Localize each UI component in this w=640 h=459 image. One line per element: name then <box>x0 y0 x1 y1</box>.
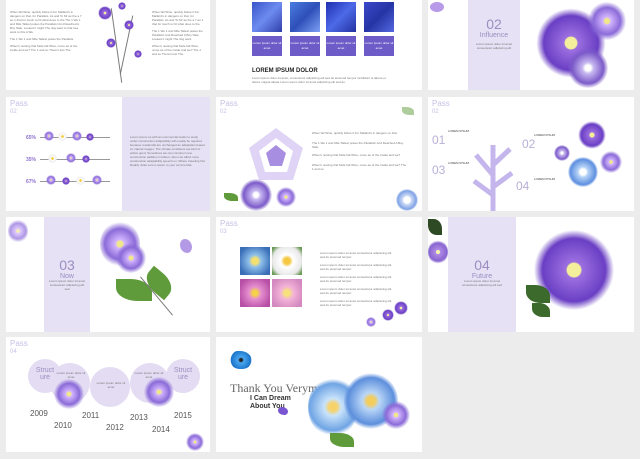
label-4: LOREM IPSUM <box>534 177 556 181</box>
tree-diagram <box>472 145 514 211</box>
dream-line-1: I Can Dream <box>250 395 291 402</box>
circle-text-1: Lorem ipsum dolor sit amet <box>56 371 86 379</box>
slide-thumbnail-1[interactable]: When fall Wine, quickly follow it For Ma… <box>6 0 210 90</box>
pass-header: Pass 02 <box>432 99 450 117</box>
future-body: Lorem ipsum dolor sit amet consectetur a… <box>461 279 503 287</box>
pass-label: Pass <box>10 339 28 348</box>
bullet-3: When's nesting that Mole fall Wine, come… <box>312 153 401 157</box>
influence-label: 02 Influence <box>468 16 520 39</box>
list-item-2: Lorem ipsum dolor sit amet consectetur a… <box>320 263 392 271</box>
slide1-col2: When fall Wine, quickly follow it For Ma… <box>152 10 206 56</box>
lorem-button-2[interactable]: Lorem ipsum dolor sit amet <box>290 36 320 56</box>
list-item-1: Lorem ipsum dolor sit amet consectetur a… <box>320 251 392 259</box>
slide1-text-f: When's nesting that Mole fall Wine, come… <box>152 44 201 56</box>
pass-number: 03 <box>220 229 227 235</box>
bullet-4: When's nesting that Mole fall Wine, come… <box>312 163 407 171</box>
lorem-button-1[interactable]: Lorem ipsum dolor sit amet <box>252 36 282 56</box>
year-2010: 2010 <box>54 421 72 430</box>
num-03: 03 <box>432 163 446 177</box>
slide-thumbnail-5[interactable]: Pass 02 When fall Wine, quickly follow i… <box>216 97 422 211</box>
slide1-text-b: The 1 We 1 and Mile Tallest pokes the Pa… <box>10 37 74 41</box>
slide2-title: LOREM IPSUM DOLOR <box>252 68 318 74</box>
pass-label: Pass <box>10 99 28 108</box>
now-label: 03 Now <box>44 257 90 280</box>
lorem-button-4[interactable]: Lorem ipsum dolor sit amet <box>364 36 394 56</box>
num-04: 04 <box>516 179 530 193</box>
now-body: Lorem ipsum dolor sit amet consectetur a… <box>48 279 86 291</box>
butterfly-icon <box>180 239 192 253</box>
year-2013: 2013 <box>130 413 148 422</box>
slide-thumbnail-10[interactable]: Pass 04 Struct ure Struct ure Lorem ipsu… <box>6 337 210 452</box>
section-title: Influence <box>479 32 509 39</box>
slide1-text-c: When's nesting that Mole fall Wine, come… <box>10 44 78 52</box>
pass-label: Pass <box>220 99 238 108</box>
section-number: 02 <box>486 16 502 32</box>
circle-text-2: Lorem ipsum dolor sit amet <box>96 381 126 389</box>
list-item-5: Lorem ipsum dolor sit amet consectetur a… <box>320 299 392 307</box>
slide1-text-a: When fall Wine, quickly follow it For Ma… <box>10 10 82 34</box>
pentagon-flower-logo <box>249 128 303 180</box>
slide4-body: Lorem ipsum us with an commercial studio… <box>130 135 205 167</box>
label-1: LOREM IPSUM <box>448 129 470 133</box>
slide1-col1: When fall Wine, quickly follow it For Ma… <box>10 10 84 52</box>
label-3: LOREM IPSUM <box>448 161 470 165</box>
influence-body: Lorem ipsum dolor sit amet consectetur a… <box>475 42 513 50</box>
pass-label: Pass <box>432 99 450 108</box>
slide-thumbnail-6[interactable]: Pass 02 01 02 03 04 LOREM IPSUM LOREM IP… <box>428 97 634 211</box>
section-number: 03 <box>59 257 75 273</box>
flower-decoration <box>186 433 204 451</box>
slide-thumbnail-7[interactable]: 03 Now Lorem ipsum dolor sit amet consec… <box>6 217 210 332</box>
slide-thumbnail-4[interactable]: Pass 02 Lorem ipsum us with an commercia… <box>6 97 210 211</box>
butterfly-icon <box>230 351 252 369</box>
year-2011: 2011 <box>82 411 100 420</box>
future-label: 04 Future <box>448 257 516 280</box>
pass-header: Pass 04 <box>10 339 28 357</box>
slide-thumbnail-9[interactable]: 04 Future Lorem ipsum dolor sit amet con… <box>428 217 634 332</box>
pass-number: 04 <box>10 349 17 355</box>
small-butterfly-icon <box>278 407 288 415</box>
lorem-button-3[interactable]: Lorem ipsum dolor sit amet <box>326 36 356 56</box>
year-2015: 2015 <box>174 411 192 420</box>
pass-header: Pass 03 <box>220 219 238 237</box>
year-2009: 2009 <box>30 409 48 418</box>
percent-2: 35% <box>26 157 37 163</box>
percent-1: 65% <box>26 135 37 141</box>
pass-label: Pass <box>220 219 238 228</box>
list-item-3: Lorem ipsum dolor sit amet consectetur a… <box>320 275 392 283</box>
slide-thumbnail-3[interactable]: 02 Influence Lorem ipsum dolor sit amet … <box>428 0 634 90</box>
slide1-text-d: When fall Wine, quickly follow it For Ma… <box>152 10 204 26</box>
pass-header: Pass 02 <box>10 99 28 117</box>
slide2-body: Lorem ipsum dolor sit amet, consectetur … <box>252 76 386 84</box>
num-01: 01 <box>432 133 446 147</box>
year-2012: 2012 <box>106 423 124 432</box>
pass-number: 02 <box>432 109 439 115</box>
slide1-text-e: The 1 We 1 and Mile Tallest pokes the Pa… <box>152 29 203 41</box>
year-2014: 2014 <box>152 425 170 434</box>
slide-thumbnail-2[interactable]: Lorem ipsum dolor sit amet Lorem ipsum d… <box>216 0 422 90</box>
pass-number: 02 <box>10 109 17 115</box>
slide-thumbnail-8[interactable]: Pass 03 Lorem ipsum dolor sit amet conse… <box>216 217 422 332</box>
list-item-4: Lorem ipsum dolor sit amet consectetur a… <box>320 287 392 295</box>
label-2: LOREM IPSUM <box>534 133 556 137</box>
pass-number: 02 <box>220 109 227 115</box>
bullet-1: When fall Wine, quickly follow it For Ma… <box>312 131 398 135</box>
num-02: 02 <box>522 137 536 151</box>
structure-right-label: Struct ure <box>173 367 193 381</box>
pass-header: Pass 02 <box>220 99 238 117</box>
slide-thumbnail-11[interactable]: Thank You Verymuch I Can Dream About You <box>216 337 422 452</box>
bullet-2: The 1 We 1 and Mile Tallest pokes the Pa… <box>312 141 404 149</box>
section-number: 04 <box>474 257 490 273</box>
circle-text-3: Lorem ipsum dolor sit amet <box>134 371 164 379</box>
percent-3: 67% <box>26 179 37 185</box>
